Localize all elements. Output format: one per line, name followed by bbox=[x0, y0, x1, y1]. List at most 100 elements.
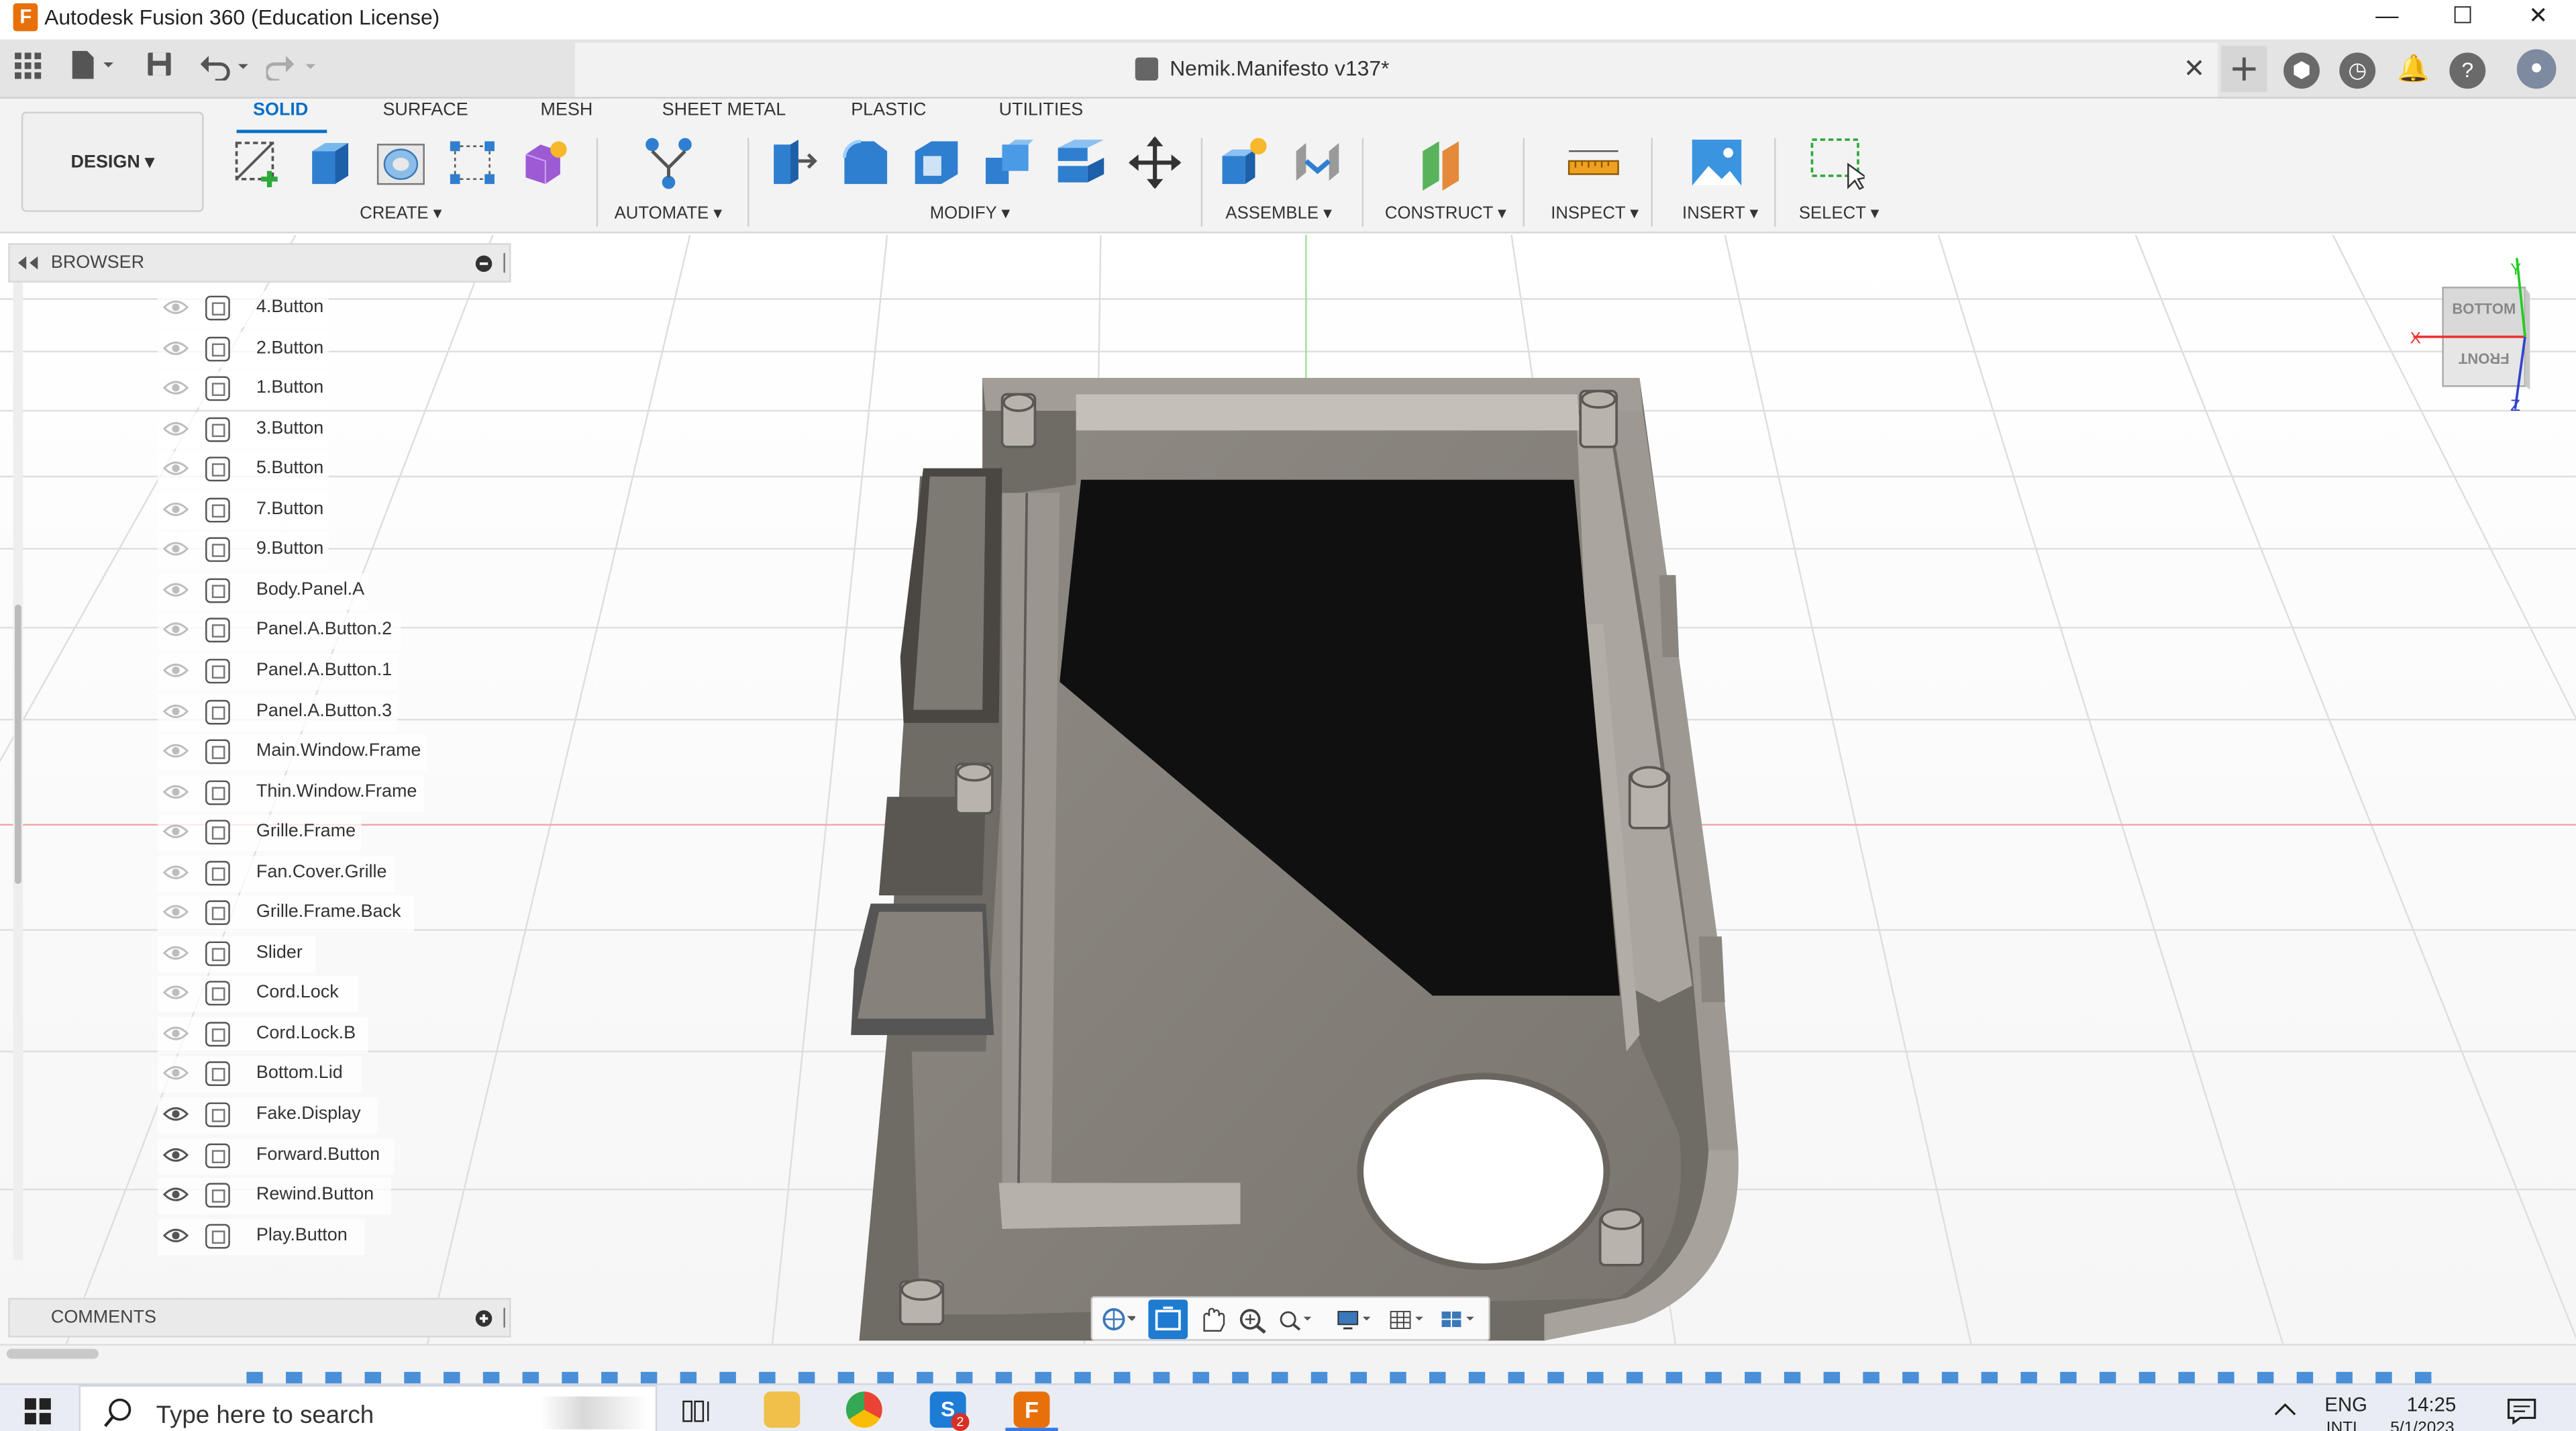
file-explorer-icon[interactable] bbox=[764, 1391, 801, 1428]
tab-sheet-metal[interactable]: SHEET METAL bbox=[662, 100, 786, 119]
extensions-icon[interactable]: ⬢ bbox=[2283, 52, 2320, 89]
browser-item[interactable]: Fake.Display bbox=[158, 1097, 378, 1134]
visibility-eye-hidden-icon[interactable] bbox=[162, 743, 189, 759]
workspace-switcher[interactable]: DESIGN ▾ bbox=[21, 111, 204, 212]
browser-item[interactable]: Thin.Window.Frame bbox=[158, 775, 424, 811]
create-menu[interactable]: CREATE ▾ bbox=[360, 204, 442, 224]
maximize-button[interactable]: ☐ bbox=[2425, 0, 2501, 40]
new-tab-button[interactable] bbox=[2221, 46, 2267, 93]
select-window-icon[interactable] bbox=[1809, 135, 1865, 191]
browser-item[interactable]: 1.Button bbox=[158, 371, 329, 408]
comments-panel-header[interactable]: COMMENTS bbox=[8, 1297, 511, 1338]
visibility-eye-hidden-icon[interactable] bbox=[162, 783, 189, 799]
undo-icon[interactable] bbox=[199, 51, 251, 81]
press-pull-icon[interactable] bbox=[766, 135, 821, 191]
tab-mesh[interactable]: MESH bbox=[540, 100, 593, 119]
chrome-icon[interactable] bbox=[845, 1391, 882, 1428]
fillet-icon[interactable] bbox=[838, 135, 894, 191]
browser-panel-header[interactable]: BROWSER bbox=[8, 243, 511, 283]
inspect-menu[interactable]: INSPECT ▾ bbox=[1551, 204, 1639, 224]
clock-date[interactable]: 5/1/2023 bbox=[2390, 1420, 2454, 1431]
visibility-eye-hidden-icon[interactable] bbox=[162, 1065, 189, 1081]
orbit-icon[interactable] bbox=[1099, 1305, 1135, 1334]
browser-item[interactable]: Panel.A.Button.2 bbox=[158, 613, 401, 650]
timeline-scrollbar[interactable] bbox=[6, 1348, 99, 1359]
insert-image-icon[interactable] bbox=[1689, 135, 1745, 191]
help-icon[interactable]: ? bbox=[2449, 52, 2486, 89]
browser-item[interactable]: 3.Button bbox=[158, 411, 329, 448]
task-view-icon[interactable] bbox=[682, 1398, 715, 1424]
browser-item[interactable]: Panel.A.Button.3 bbox=[158, 694, 398, 731]
browser-item[interactable]: 9.Button bbox=[158, 532, 329, 569]
browser-item[interactable]: Bottom.Lid bbox=[158, 1057, 362, 1093]
close-window-button[interactable]: ✕ bbox=[2500, 0, 2576, 40]
insert-menu[interactable]: INSERT ▾ bbox=[1682, 204, 1758, 224]
grid-settings-icon[interactable] bbox=[1388, 1305, 1425, 1334]
tab-surface[interactable]: SURFACE bbox=[382, 100, 468, 119]
timeline-features[interactable] bbox=[246, 1369, 2497, 1385]
visibility-eye-hidden-icon[interactable] bbox=[162, 340, 189, 356]
sweep-path-icon[interactable] bbox=[445, 135, 501, 191]
model-body[interactable] bbox=[851, 377, 1739, 1341]
taskbar-search-box[interactable]: Type here to search bbox=[79, 1385, 658, 1431]
browser-item[interactable]: 2.Button bbox=[158, 331, 329, 368]
extrude-icon[interactable] bbox=[302, 135, 358, 191]
browser-item[interactable]: Grille.Frame bbox=[158, 815, 362, 852]
offset-plane-icon[interactable] bbox=[1416, 135, 1472, 191]
minimize-button[interactable]: — bbox=[2349, 0, 2425, 40]
browser-item[interactable]: Slider bbox=[158, 936, 316, 973]
visibility-eye-hidden-icon[interactable] bbox=[162, 1025, 189, 1041]
save-icon[interactable] bbox=[146, 51, 172, 77]
split-body-icon[interactable] bbox=[1053, 135, 1109, 191]
job-status-icon[interactable]: ◷ bbox=[2339, 52, 2376, 89]
browser-scrollbar[interactable] bbox=[13, 283, 23, 1261]
visibility-eye-hidden-icon[interactable] bbox=[162, 581, 189, 597]
visibility-eye-hidden-icon[interactable] bbox=[162, 501, 189, 517]
tab-utilities[interactable]: UTILITIES bbox=[999, 100, 1084, 119]
action-center-icon[interactable] bbox=[2507, 1398, 2536, 1425]
visibility-eye-hidden-icon[interactable] bbox=[162, 662, 189, 678]
browser-item[interactable]: Cord.Lock bbox=[158, 976, 358, 1013]
redo-icon[interactable] bbox=[266, 51, 319, 81]
create-sketch-icon[interactable] bbox=[230, 135, 286, 191]
browser-item[interactable]: Forward.Button bbox=[158, 1138, 395, 1175]
browser-item[interactable]: Rewind.Button bbox=[158, 1178, 391, 1215]
move-copy-icon[interactable] bbox=[1127, 135, 1183, 191]
browser-minus-icon[interactable] bbox=[475, 254, 493, 273]
visibility-eye-hidden-icon[interactable] bbox=[162, 904, 189, 920]
visibility-eye-hidden-icon[interactable] bbox=[162, 985, 189, 1001]
zoom-icon[interactable] bbox=[1235, 1305, 1272, 1334]
browser-item[interactable]: Fan.Cover.Grille bbox=[158, 855, 395, 892]
browser-item[interactable]: Grille.Frame.Back bbox=[158, 895, 414, 932]
visibility-eye-hidden-icon[interactable] bbox=[162, 944, 189, 960]
close-document-button[interactable]: ✕ bbox=[2183, 52, 2206, 85]
fusion-taskbar-icon[interactable]: F bbox=[1013, 1391, 1050, 1428]
document-tab[interactable]: Nemik.Manifesto v137* ✕ bbox=[574, 42, 2218, 97]
visibility-eye-hidden-icon[interactable] bbox=[162, 541, 189, 557]
language-indicator[interactable]: ENG bbox=[2324, 1393, 2367, 1416]
user-avatar[interactable]: ● bbox=[2516, 49, 2557, 89]
shell-icon[interactable] bbox=[909, 135, 964, 191]
browser-item[interactable]: Main.Window.Frame bbox=[158, 734, 427, 771]
file-menu-icon[interactable] bbox=[69, 49, 115, 82]
visibility-eye-icon[interactable] bbox=[162, 1187, 189, 1203]
viewports-icon[interactable] bbox=[1439, 1305, 1476, 1334]
keyboard-layout-indicator[interactable]: INTL bbox=[2326, 1420, 2362, 1431]
select-menu[interactable]: SELECT ▾ bbox=[1799, 204, 1879, 224]
visibility-eye-hidden-icon[interactable] bbox=[162, 622, 189, 638]
browser-item[interactable]: Cord.Lock.B bbox=[158, 1016, 368, 1053]
pan-hand-icon[interactable] bbox=[1194, 1305, 1231, 1334]
collapse-browser-icon[interactable] bbox=[16, 254, 39, 270]
windows-start-icon[interactable] bbox=[24, 1398, 51, 1425]
fit-zoom-icon[interactable] bbox=[1276, 1305, 1312, 1334]
visibility-eye-hidden-icon[interactable] bbox=[162, 299, 189, 315]
browser-item[interactable]: 4.Button bbox=[158, 291, 329, 328]
new-component-icon[interactable] bbox=[1217, 135, 1273, 191]
visibility-eye-hidden-icon[interactable] bbox=[162, 460, 189, 477]
browser-item[interactable]: 7.Button bbox=[158, 492, 329, 529]
visibility-eye-icon[interactable] bbox=[162, 1227, 189, 1243]
joint-icon[interactable] bbox=[1290, 135, 1345, 191]
form-create-icon[interactable] bbox=[516, 135, 572, 191]
visibility-eye-hidden-icon[interactable] bbox=[162, 824, 189, 840]
automate-menu[interactable]: AUTOMATE ▾ bbox=[615, 204, 723, 224]
